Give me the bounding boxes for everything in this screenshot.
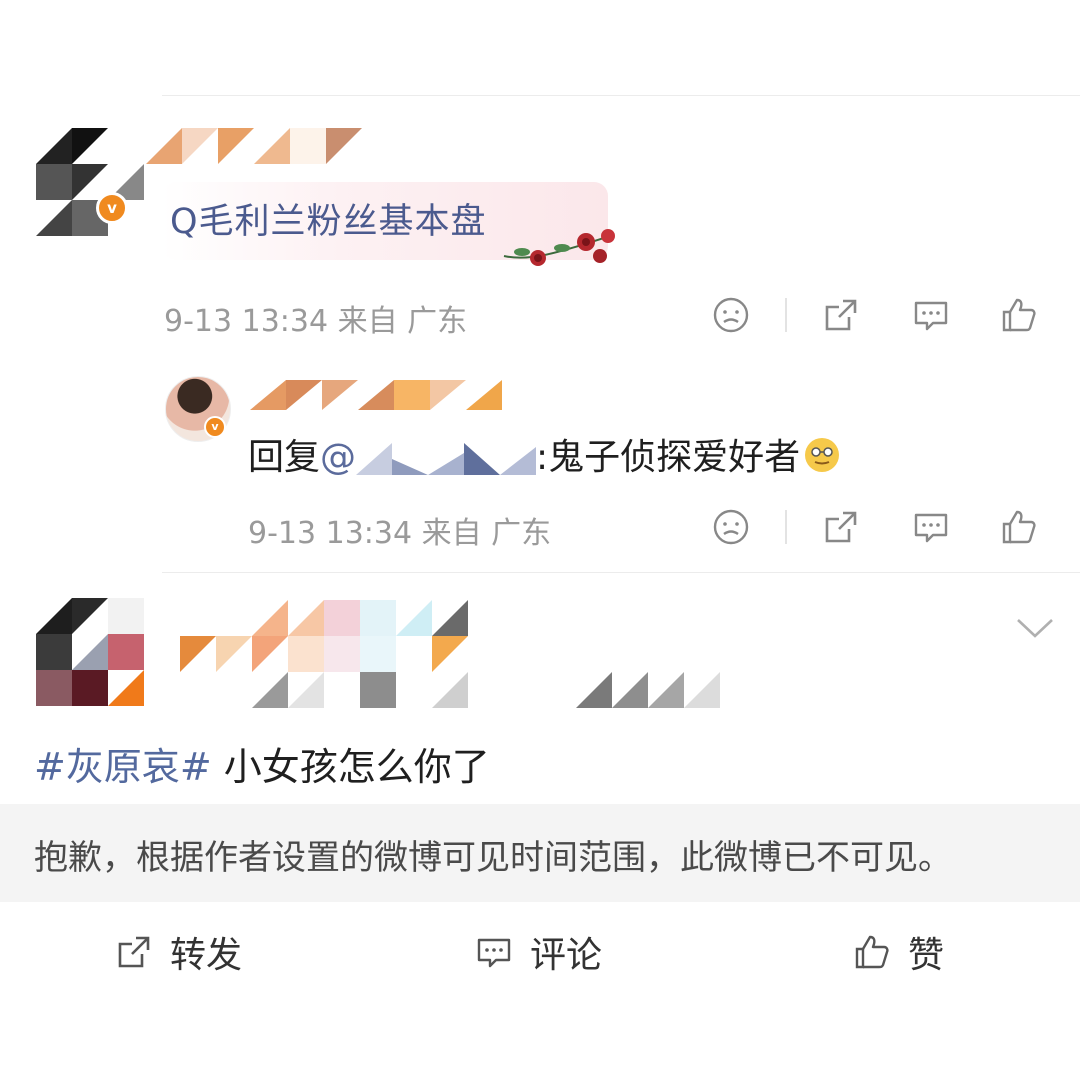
reply-prefix: 回复 — [248, 437, 321, 478]
like-label: 赞 — [908, 935, 945, 976]
reply-timestamp: 9-13 13:34 来自 广东 — [248, 516, 552, 551]
nerd-emoji-icon — [805, 438, 840, 472]
top-divider — [162, 95, 1080, 96]
username-pixelated[interactable] — [146, 128, 362, 164]
comment-bubble-icon — [477, 938, 511, 968]
share-icon — [825, 299, 857, 331]
verified-badge: v — [204, 416, 226, 438]
like-button[interactable] — [996, 292, 1042, 338]
comment-bubble-icon — [914, 513, 948, 543]
thumbs-up-icon — [855, 935, 889, 969]
post-username-pixelated[interactable] — [180, 600, 504, 672]
comment-action[interactable]: 评论 — [474, 926, 602, 978]
separator — [785, 298, 787, 332]
comment-timestamp: 9-13 13:34 来自 广东 — [164, 304, 468, 339]
frown-face-icon — [713, 509, 749, 545]
repost-action[interactable]: 转发 — [114, 926, 242, 978]
verified-badge: v — [96, 192, 128, 224]
reply-content: 回复@ :鬼子侦探爱好者 — [248, 428, 842, 480]
hashtag-link[interactable]: #灰原哀# — [34, 745, 212, 789]
post-text: 小女孩怎么你了 — [211, 745, 490, 789]
share-button[interactable] — [818, 292, 864, 338]
avatar-pixelated[interactable] — [36, 128, 144, 236]
section-divider — [162, 572, 1080, 573]
reply-username-pixelated[interactable] — [250, 380, 502, 410]
post-meta-pixelated — [252, 672, 720, 708]
frown-face-icon — [713, 297, 749, 333]
repost-label: 转发 — [170, 935, 243, 976]
comment-button[interactable] — [908, 292, 954, 338]
share-icon — [825, 511, 857, 543]
like-action[interactable]: 赞 — [852, 926, 944, 978]
mention-pixelated[interactable] — [356, 443, 537, 475]
share-button[interactable] — [818, 504, 864, 550]
thumbs-up-icon — [1002, 510, 1036, 544]
unavailable-notice-text: 抱歉，根据作者设置的微博可见时间范围，此微博已不可见。 — [34, 838, 952, 878]
post-content: #灰原哀# 小女孩怎么你了 — [34, 736, 490, 791]
comment-label: 评论 — [530, 935, 603, 976]
chevron-down-icon[interactable] — [1014, 612, 1056, 642]
thumbs-up-icon — [1002, 298, 1036, 332]
post-avatar-pixelated[interactable] — [36, 598, 144, 706]
mention-at-sign[interactable]: @ — [320, 437, 356, 478]
share-icon — [118, 936, 150, 968]
like-button[interactable] — [996, 504, 1042, 550]
dislike-button[interactable] — [708, 292, 754, 338]
rose-decoration-icon — [503, 229, 615, 266]
comment-button[interactable] — [908, 504, 954, 550]
fan-tag[interactable]: Q毛利兰粉丝基本盘 — [170, 193, 487, 244]
separator — [785, 510, 787, 544]
comment-bubble-icon — [914, 301, 948, 331]
dislike-button[interactable] — [708, 504, 754, 550]
reply-text: :鬼子侦探爱好者 — [536, 437, 801, 478]
